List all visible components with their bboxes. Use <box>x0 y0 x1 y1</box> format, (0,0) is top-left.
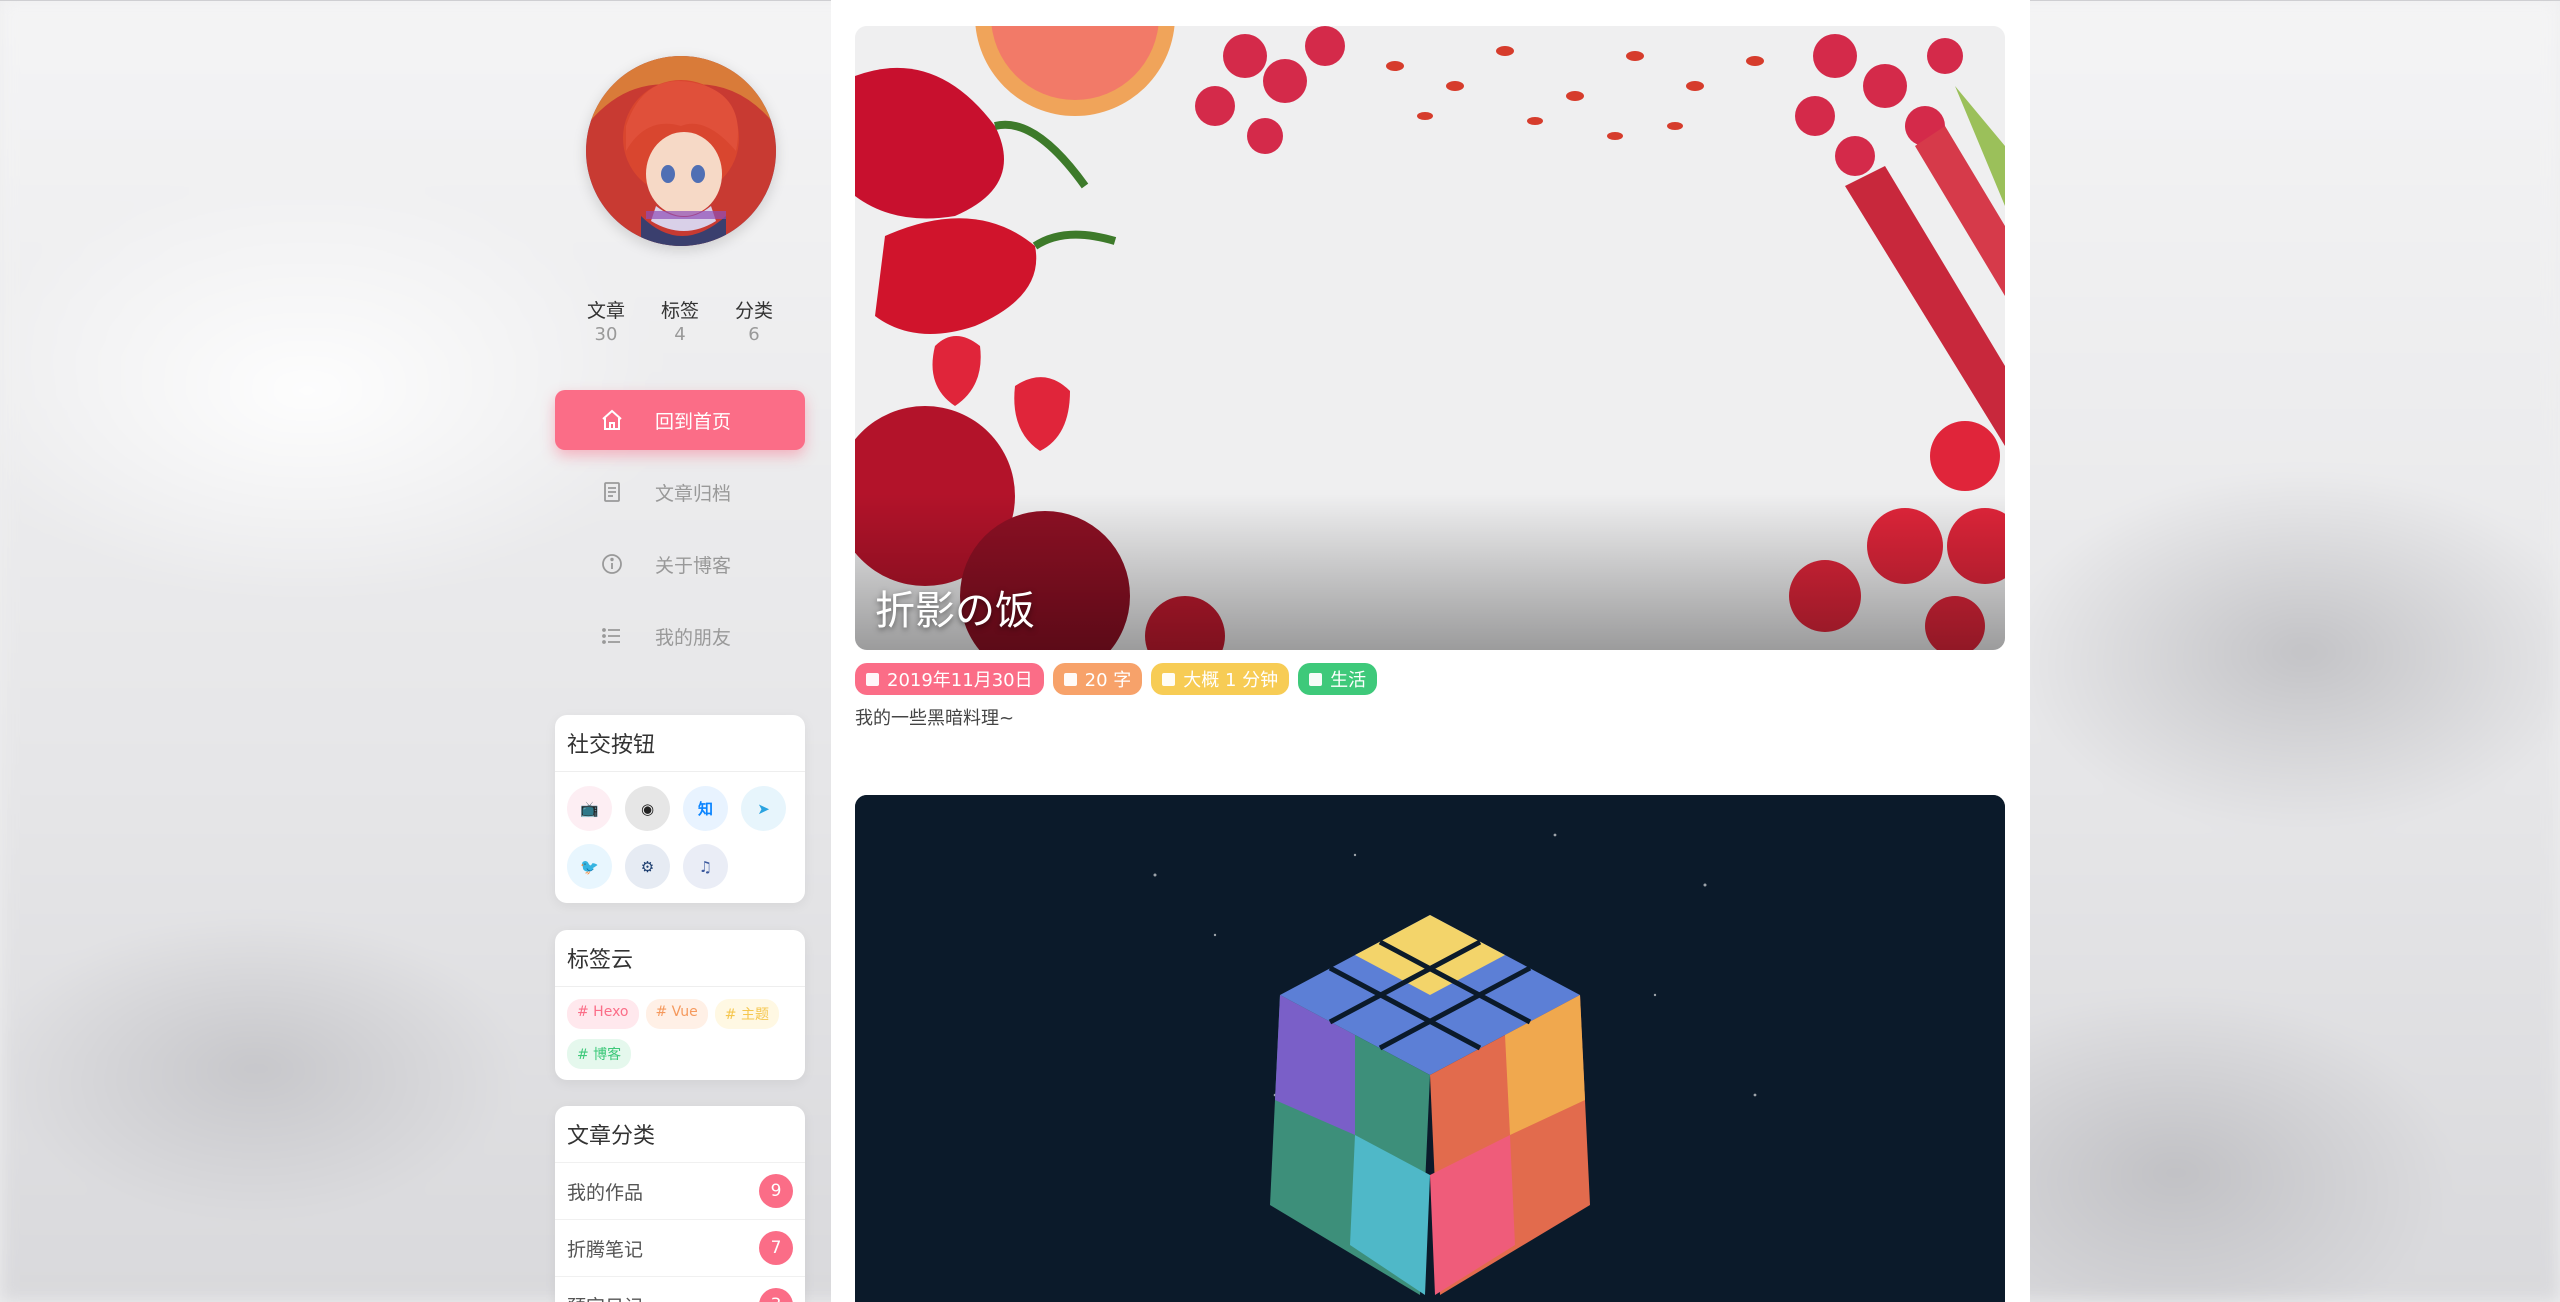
meta-clock: 大概 1 分钟 <box>1151 663 1290 695</box>
meta-category[interactable]: 生活 <box>1298 663 1378 695</box>
nav-item-friends[interactable]: 我的朋友 <box>555 606 805 666</box>
twitter-button[interactable]: 🐦 <box>567 844 612 889</box>
food-cover-illustration <box>855 26 2005 650</box>
nav-label: 关于博客 <box>655 554 732 577</box>
post-list: 折影の饭 2019年11月30日 20 字 大概 1 分钟 生活 我的一些黑暗料理~ <box>831 0 2030 1302</box>
stat-tags[interactable]: 标签 4 <box>658 296 702 345</box>
rubiks-cube-illustration <box>855 795 2005 1302</box>
social-card-title: 社交按钮 <box>555 715 805 772</box>
category-item[interactable]: 预定日记 3 <box>555 1277 805 1302</box>
github-button[interactable]: ◉ <box>625 786 670 831</box>
tag-chip[interactable]: # 博客 <box>567 1039 632 1069</box>
stat-value: 4 <box>674 324 686 345</box>
meta-chart: 20 字 <box>1052 663 1143 695</box>
archive-icon <box>599 479 625 505</box>
steam-button[interactable]: ⚙ <box>625 844 670 889</box>
github-icon: ◉ <box>640 799 655 818</box>
category-icon <box>1309 672 1323 686</box>
stat-value: 30 <box>594 324 618 345</box>
category-item[interactable]: 我的作品 9 <box>555 1163 805 1220</box>
categories-title: 文章分类 <box>555 1106 805 1163</box>
sidebar: 文章 30 标签 4 分类 6 回到首页 文章归档 关于博客 我的朋友 社交按钮… <box>555 0 805 1302</box>
list-icon <box>599 623 625 649</box>
tag-chip[interactable]: # Vue <box>645 999 708 1029</box>
categories-card: 文章分类 我的作品 9 折腾笔记 7 预定日记 3 <box>555 1106 805 1302</box>
category-count-badge: 3 <box>759 1288 793 1302</box>
info-icon <box>599 551 625 577</box>
category-label: 预定日记 <box>567 1292 643 1302</box>
avatar-illustration <box>586 56 776 246</box>
bilibili-icon: 📺 <box>580 799 599 818</box>
netease-music-button[interactable]: ♫ <box>683 844 728 889</box>
tag-chip[interactable]: # Hexo <box>567 999 639 1029</box>
steam-icon: ⚙ <box>640 857 655 876</box>
category-count-badge: 9 <box>759 1174 793 1208</box>
meta-text: 2019年11月30日 <box>887 670 1033 691</box>
sidebar-nav: 回到首页 文章归档 关于博客 我的朋友 <box>555 390 805 678</box>
post-title[interactable]: 折影の饭 <box>875 578 1035 636</box>
nav-label: 我的朋友 <box>655 626 732 649</box>
stat-articles[interactable]: 文章 30 <box>584 296 628 345</box>
social-buttons: 📺 ◉ 知 ➤ 🐦 ⚙ ♫ <box>555 772 805 889</box>
social-card: 社交按钮 📺 ◉ 知 ➤ 🐦 ⚙ ♫ <box>555 715 805 903</box>
stat-categories[interactable]: 分类 6 <box>732 296 776 345</box>
twitter-icon: 🐦 <box>580 857 599 876</box>
nav-label: 文章归档 <box>655 482 732 505</box>
meta-text: 大概 1 分钟 <box>1183 670 1279 691</box>
nav-item-about[interactable]: 关于博客 <box>555 534 805 594</box>
chart-icon <box>1063 672 1077 686</box>
meta-text: 20 字 <box>1084 670 1132 691</box>
category-count-badge: 7 <box>759 1231 793 1265</box>
bilibili-button[interactable]: 📺 <box>567 786 612 831</box>
stat-value: 6 <box>748 324 760 345</box>
calendar-icon <box>866 672 879 686</box>
clock-icon <box>1162 672 1176 686</box>
netease-music-icon: ♫ <box>698 857 713 876</box>
category-list: 我的作品 9 折腾笔记 7 预定日记 3 <box>555 1163 805 1302</box>
stat-label: 文章 <box>586 300 625 322</box>
stat-label: 标签 <box>660 300 699 322</box>
home-icon <box>599 407 625 433</box>
stat-label: 分类 <box>734 300 773 322</box>
category-label: 折腾笔记 <box>567 1238 644 1261</box>
avatar[interactable] <box>586 56 776 246</box>
post-cover-image[interactable]: 折影の饭 <box>855 26 2005 650</box>
tag-cloud: # Hexo # Vue # 主题 # 博客 <box>555 987 805 1069</box>
category-label: 我的作品 <box>567 1181 644 1204</box>
meta-text: 生活 <box>1330 670 1367 691</box>
tag-cloud-title: 标签云 <box>555 930 805 987</box>
nav-label: 回到首页 <box>655 410 732 433</box>
nav-item-home[interactable]: 回到首页 <box>555 390 805 450</box>
telegram-icon: ➤ <box>757 799 770 818</box>
post-excerpt: 我的一些黑暗料理~ <box>855 708 1015 729</box>
category-item[interactable]: 折腾笔记 7 <box>555 1220 805 1277</box>
tag-chip[interactable]: # 主题 <box>714 999 779 1029</box>
nav-item-archive[interactable]: 文章归档 <box>555 462 805 522</box>
meta-calendar: 2019年11月30日 <box>855 663 1044 695</box>
post-cover-image-2[interactable] <box>855 795 2005 1302</box>
tag-cloud-card: 标签云 # Hexo # Vue # 主题 # 博客 <box>555 930 805 1080</box>
zhihu-icon: 知 <box>697 800 713 818</box>
telegram-button[interactable]: ➤ <box>741 786 786 831</box>
site-stats: 文章 30 标签 4 分类 6 <box>555 296 805 345</box>
post-meta: 2019年11月30日 20 字 大概 1 分钟 生活 <box>855 663 1378 695</box>
zhihu-button[interactable]: 知 <box>683 786 728 831</box>
